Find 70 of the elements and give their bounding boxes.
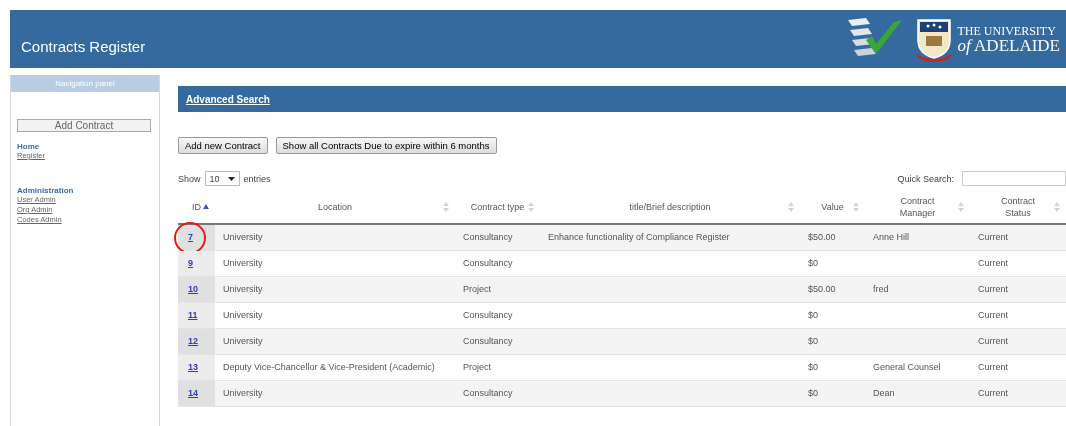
column-header[interactable]: Location xyxy=(215,190,455,223)
action-button[interactable]: Add new Contract xyxy=(178,137,268,154)
table-cell: Current xyxy=(978,284,1008,294)
table-cell: Consultancy xyxy=(463,336,513,346)
sort-icon xyxy=(853,201,859,212)
column-header[interactable]: Contract Manager xyxy=(865,190,970,223)
table-cell: General Counsel xyxy=(873,362,941,372)
table-cell: $0 xyxy=(808,388,818,398)
table-cell: University xyxy=(223,310,263,320)
table-cell: Current xyxy=(978,362,1008,372)
advanced-search-link[interactable]: Advanced Search xyxy=(186,93,270,105)
university-wordmark: THE UNIVERSITY xyxy=(957,24,1057,37)
caret-icon xyxy=(227,176,235,181)
table-cell: $0 xyxy=(808,310,818,320)
table-cell: $0 xyxy=(808,362,818,372)
table-cell: Consultancy xyxy=(463,258,513,268)
table-cell: Current xyxy=(978,388,1008,398)
quick-search-field[interactable] xyxy=(962,171,1066,186)
table-cell: Current xyxy=(978,310,1008,320)
table-cell: $50.00 xyxy=(808,232,836,242)
table-cell: University xyxy=(223,232,263,242)
sort-ascending-icon xyxy=(203,204,209,209)
table-cell: Current xyxy=(978,232,1008,242)
sort-icon xyxy=(958,201,964,212)
table-cell: $50.00 xyxy=(808,284,836,294)
quick-search-label: Quick Search: xyxy=(897,173,954,184)
sort-icon xyxy=(1054,201,1060,212)
show-label: Show xyxy=(178,173,201,184)
nav-section-heading: Home xyxy=(17,142,41,151)
table-cell: Consultancy xyxy=(463,388,513,398)
table-cell: Current xyxy=(978,336,1008,346)
column-header[interactable]: ID xyxy=(178,190,215,223)
table-cell: Consultancy xyxy=(463,232,513,242)
contract-id-link[interactable]: 10 xyxy=(188,284,198,294)
contract-id-link[interactable]: 13 xyxy=(188,362,198,372)
contract-id-link[interactable]: 11 xyxy=(188,310,198,320)
table-cell: Deputy Vice-Chancellor & Vice-President (Academic) xyxy=(223,362,435,372)
app-title: Contracts Register xyxy=(21,37,146,55)
column-header[interactable]: Value xyxy=(800,190,865,223)
contract-id-link[interactable]: 12 xyxy=(188,336,198,346)
table-cell: Enhance functionality of Compliance Register xyxy=(548,232,730,242)
table-cell: Consultancy xyxy=(463,310,513,320)
table-cell: University xyxy=(223,284,263,294)
table-cell: Project xyxy=(463,362,491,372)
sort-icon xyxy=(788,201,794,212)
sort-icon xyxy=(528,201,534,212)
table-cell: Current xyxy=(978,258,1008,268)
column-header[interactable]: title/Brief description xyxy=(540,190,800,223)
entries-dropdown[interactable]: 10 xyxy=(204,171,240,186)
table-cell: Dean xyxy=(873,388,895,398)
nav-section-heading: Administration xyxy=(17,186,75,195)
table-cell: $0 xyxy=(808,336,818,346)
table-cell: $0 xyxy=(808,258,818,268)
table-cell: Anne Hill xyxy=(873,232,910,242)
crest-icon xyxy=(913,16,954,62)
navigation-panel-title: Navigation panel xyxy=(11,75,159,92)
add-contract-button[interactable]: Add Contract xyxy=(17,119,151,132)
sort-icon xyxy=(443,201,449,212)
table-cell: Project xyxy=(463,284,491,294)
contract-id-link[interactable]: 14 xyxy=(188,388,198,398)
column-header[interactable]: Contract Status xyxy=(970,190,1066,223)
table-cell: University xyxy=(223,388,263,398)
entries-label: entries xyxy=(243,173,271,184)
table-cell: University xyxy=(223,258,263,268)
column-header[interactable]: Contract type xyxy=(455,190,540,223)
contract-id-link[interactable]: 7 xyxy=(188,232,193,242)
contract-id-link[interactable]: 9 xyxy=(188,258,193,268)
action-button[interactable]: Show all Contracts Due to expire within 6 months xyxy=(275,137,497,154)
table-cell: fred xyxy=(873,284,889,294)
table-cell: University xyxy=(223,336,263,346)
